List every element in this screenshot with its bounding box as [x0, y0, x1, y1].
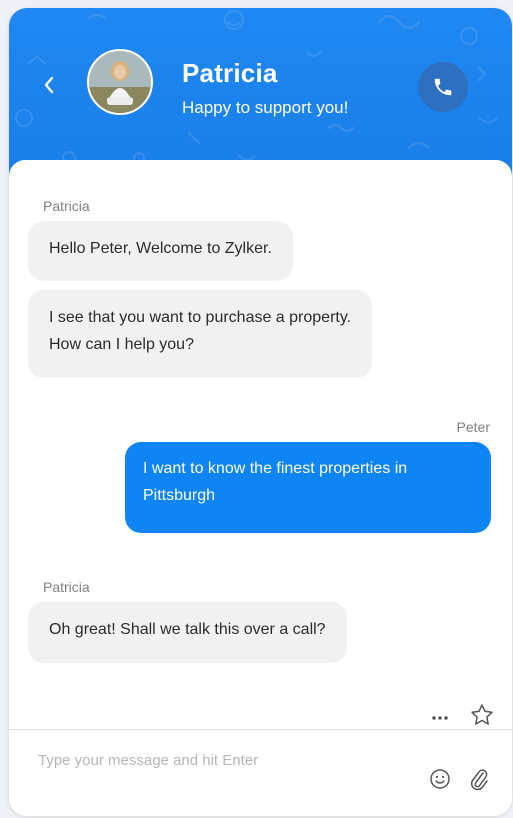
- message-text-line: I see that you want to purchase a proper…: [49, 309, 352, 326]
- call-button[interactable]: [418, 62, 468, 112]
- paperclip-icon: [470, 769, 488, 791]
- avatar-image: [89, 51, 151, 113]
- incoming-message[interactable]: Hello Peter, Welcome to Zylker.: [28, 221, 293, 281]
- emoji-icon: [430, 769, 450, 789]
- agent-name: Patricia: [182, 58, 278, 88]
- composer-divider: [9, 729, 512, 730]
- star-icon: [471, 704, 493, 725]
- avatar: [87, 49, 153, 115]
- message-input[interactable]: [36, 746, 420, 774]
- outgoing-message[interactable]: I want to know the finest properties in …: [125, 442, 491, 533]
- message-sender: Patricia: [43, 579, 90, 595]
- more-dots-icon: [432, 716, 448, 720]
- message-text-line: How can I help you?: [49, 336, 194, 353]
- incoming-message[interactable]: I see that you want to purchase a proper…: [28, 290, 373, 378]
- incoming-message[interactable]: Oh great! Shall we talk this over a call…: [28, 602, 347, 663]
- message-text-line: I want to know the finest properties in: [143, 460, 408, 477]
- back-button[interactable]: [39, 74, 61, 96]
- more-options-button[interactable]: [429, 706, 451, 728]
- message-sender: Patricia: [43, 198, 90, 214]
- emoji-button[interactable]: [428, 767, 452, 791]
- attach-button[interactable]: [467, 766, 491, 792]
- message-text-line: Pittsburgh: [143, 487, 216, 504]
- chat-header: Patricia Happy to support you!: [9, 8, 512, 178]
- chat-body: Patricia Hello Peter, Welcome to Zylker.…: [9, 160, 512, 816]
- message-sender: Peter: [456, 419, 490, 435]
- chevron-left-icon: [44, 76, 54, 94]
- agent-status: Happy to support you!: [182, 98, 349, 117]
- message-text: Hello Peter, Welcome to Zylker.: [49, 240, 272, 257]
- chat-widget: Patricia Happy to support you! Patricia …: [9, 8, 512, 816]
- message-text: Oh great! Shall we talk this over a call…: [49, 621, 326, 638]
- star-button[interactable]: [469, 702, 495, 728]
- phone-icon: [434, 78, 452, 96]
